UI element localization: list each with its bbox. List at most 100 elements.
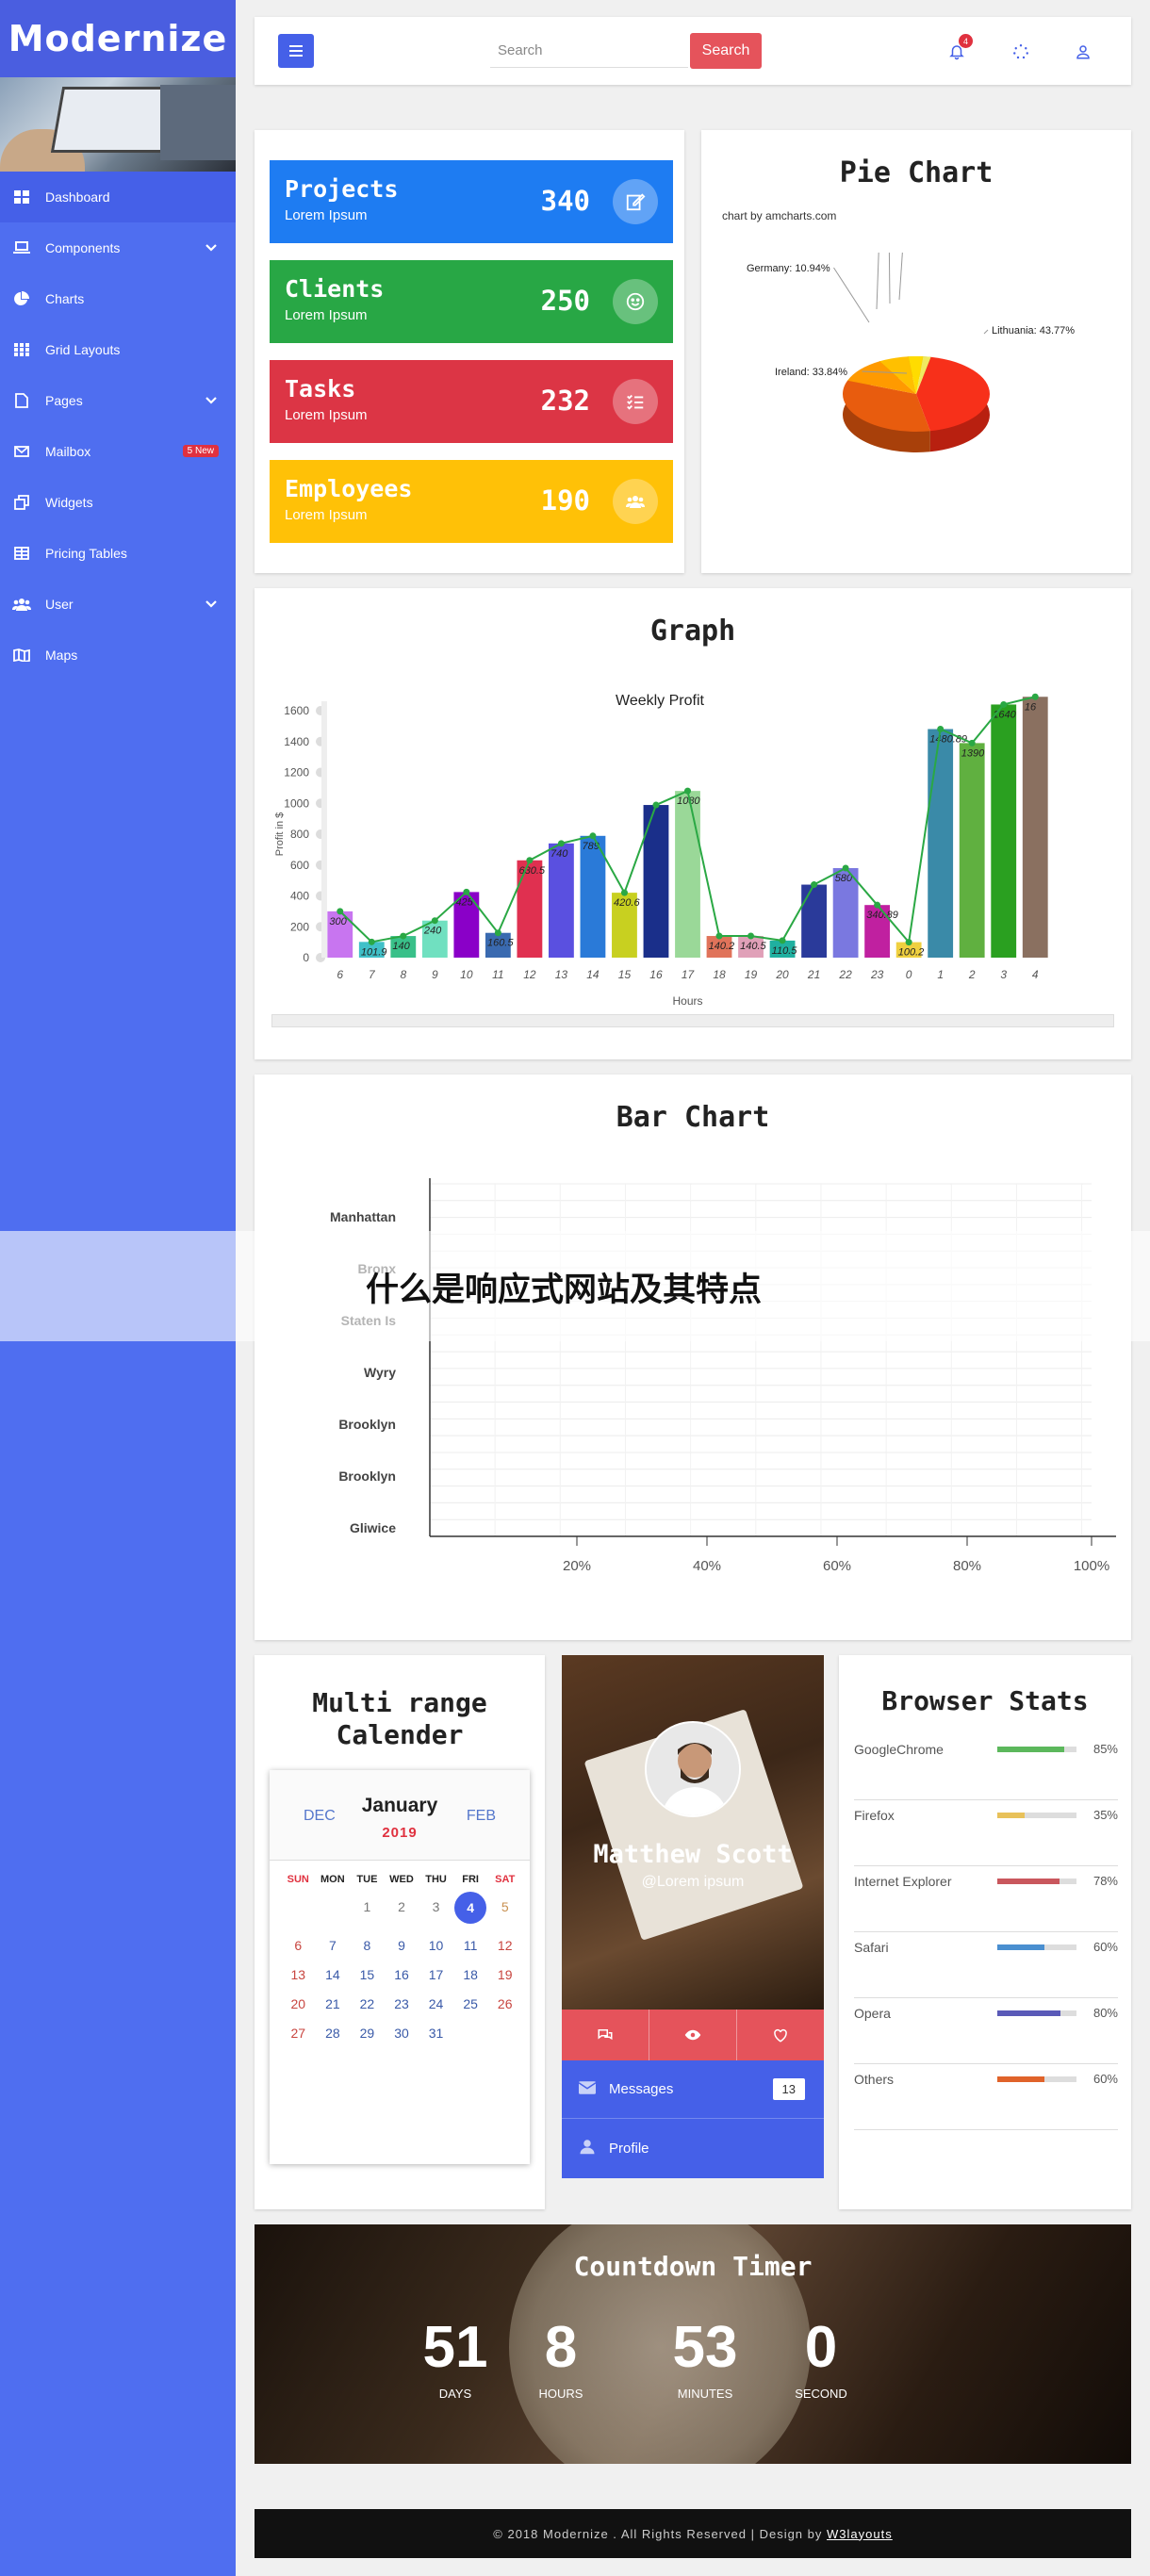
sidebar-item-grid-layouts[interactable]: Grid Layouts — [0, 324, 236, 375]
countdown-value: 51 — [422, 2315, 488, 2380]
series-point — [779, 937, 786, 944]
calendar-day[interactable]: 1 — [350, 1899, 385, 1924]
weekly-profit-chart: Weekly Profit020040060080010001200140016… — [274, 693, 1048, 1008]
chart-scrollbar[interactable] — [271, 1014, 1114, 1027]
stat-title: Tasks — [285, 375, 356, 402]
browser-stat-row: Opera 80% — [854, 1998, 1118, 2064]
chevron-down-icon — [205, 239, 217, 254]
calendar-day[interactable]: 31 — [419, 2026, 453, 2041]
calendar-day[interactable]: 2 — [385, 1899, 419, 1924]
stat-card-projects[interactable]: Projects Lorem Ipsum 340 — [270, 160, 673, 243]
sidebar-item-pricing-tables[interactable]: Pricing Tables — [0, 528, 236, 579]
calendar-day[interactable]: 29 — [350, 2026, 385, 2041]
calendar-day[interactable]: 18 — [453, 1967, 488, 1982]
y-tick-label: 1400 — [284, 735, 309, 748]
profile-name: Matthew Scott — [593, 1840, 793, 1869]
stat-card-clients[interactable]: Clients Lorem Ipsum 250 — [270, 260, 673, 343]
calendar-day[interactable]: 26 — [487, 1996, 522, 2011]
calendar-day[interactable]: 28 — [316, 2026, 351, 2041]
spinner-icon[interactable] — [1007, 38, 1035, 66]
x-axis-label: Hours — [672, 994, 702, 1008]
calendar-day[interactable]: 20 — [281, 1996, 316, 2011]
table-icon — [11, 545, 32, 562]
sidebar-item-pages[interactable]: Pages — [0, 375, 236, 426]
sidebar-item-label: Maps — [45, 648, 78, 663]
eye-icon[interactable] — [649, 2010, 737, 2060]
stats-panel: Projects Lorem Ipsum 340 Clients Lorem Ipsum… — [255, 130, 684, 573]
calendar-day[interactable]: 7 — [316, 1938, 351, 1953]
calendar-day[interactable]: 17 — [419, 1967, 453, 1982]
x-tick-label: 40% — [693, 1558, 721, 1574]
pie-chart-title: Pie Chart — [839, 156, 994, 189]
next-month-button[interactable]: FEB — [467, 1808, 496, 1825]
sidebar-item-mailbox[interactable]: Mailbox 5 New — [0, 426, 236, 477]
calendar-day[interactable]: 11 — [453, 1938, 488, 1953]
smile-icon — [613, 279, 658, 324]
calendar-day[interactable]: 5 — [487, 1899, 522, 1924]
series-point — [684, 787, 691, 795]
calendar-empty-cell — [316, 1899, 351, 1924]
series-point — [811, 881, 818, 889]
calendar-day[interactable]: 4 — [453, 1892, 488, 1924]
series-point — [620, 889, 628, 896]
bell-icon[interactable]: 4 — [943, 34, 973, 66]
users-icon — [613, 479, 658, 524]
calendar-day[interactable]: 25 — [453, 1996, 488, 2011]
stat-card-employees[interactable]: Employees Lorem Ipsum 190 — [270, 460, 673, 543]
calendar-day[interactable]: 9 — [385, 1938, 419, 1953]
series-point — [526, 857, 534, 864]
calendar-day[interactable]: 22 — [350, 1996, 385, 2011]
chevron-down-icon — [205, 392, 217, 407]
calendar-day[interactable]: 14 — [316, 1967, 351, 1982]
series-point — [431, 917, 438, 925]
profile-label: Profile — [609, 2140, 649, 2157]
graph-title: Graph — [649, 615, 736, 648]
series-point — [589, 832, 597, 840]
calendar-day[interactable]: 30 — [385, 2026, 419, 2041]
series-point — [1000, 700, 1008, 708]
heart-icon[interactable] — [737, 2010, 824, 2060]
calendar-day[interactable]: 19 — [487, 1967, 522, 1982]
pie-chart-credit[interactable]: chart by amcharts.com — [722, 209, 836, 222]
calendar-day[interactable]: 21 — [316, 1996, 351, 2011]
x-tick-label: 13 — [555, 968, 568, 981]
sidebar-item-maps[interactable]: Maps — [0, 630, 236, 681]
calendar-day[interactable]: 24 — [419, 1996, 453, 2011]
brand-logo[interactable]: Modernize — [0, 0, 236, 77]
sidebar-item-widgets[interactable]: Widgets — [0, 477, 236, 528]
category-label: Wyry — [364, 1365, 396, 1380]
x-tick-label: 15 — [618, 968, 632, 981]
x-tick-label: 22 — [838, 968, 852, 981]
x-tick-label: 18 — [713, 968, 726, 981]
calendar-day[interactable]: 13 — [281, 1967, 316, 1982]
sidebar-item-label: Pricing Tables — [45, 546, 127, 561]
calendar-day[interactable]: 8 — [350, 1938, 385, 1953]
calendar-day[interactable]: 16 — [385, 1967, 419, 1982]
calendar-day[interactable]: 12 — [487, 1938, 522, 1953]
sidebar-item-dashboard[interactable]: Dashboard — [0, 172, 236, 222]
sidebar-item-components[interactable]: Components — [0, 222, 236, 273]
x-tick-label: 23 — [870, 968, 884, 981]
search-input[interactable] — [490, 34, 688, 68]
user-icon[interactable] — [1069, 38, 1097, 66]
sidebar-item-user[interactable]: User — [0, 579, 236, 630]
sidebar-item-charts[interactable]: Charts — [0, 273, 236, 324]
profile-row[interactable]: Profile — [562, 2119, 824, 2177]
data-label: 1640 — [993, 709, 1016, 720]
menu-toggle-button[interactable] — [278, 34, 314, 68]
messages-row[interactable]: Messages 13 — [562, 2060, 824, 2119]
new-badge: 5 New — [182, 445, 219, 457]
graph-panel: Graph Weekly Profit 0 200 400 600 800 1000 1200… — [255, 588, 1131, 1059]
calendar-day[interactable]: 10 — [419, 1938, 453, 1953]
calendar-day[interactable]: 6 — [281, 1938, 316, 1953]
browser-stat-row: GoogleChrome 85% — [854, 1734, 1118, 1800]
chat-icon[interactable] — [562, 2010, 649, 2060]
calendar-day[interactable]: 15 — [350, 1967, 385, 1982]
calendar-day[interactable]: 27 — [281, 2026, 316, 2041]
stat-card-tasks[interactable]: Tasks Lorem Ipsum 232 — [270, 360, 673, 443]
calendar-day[interactable]: 3 — [419, 1899, 453, 1924]
calendar-day[interactable]: 23 — [385, 1996, 419, 2011]
footer-link[interactable]: W3layouts — [827, 2527, 893, 2541]
data-label: 300 — [329, 916, 347, 927]
search-button[interactable]: Search — [690, 33, 762, 69]
